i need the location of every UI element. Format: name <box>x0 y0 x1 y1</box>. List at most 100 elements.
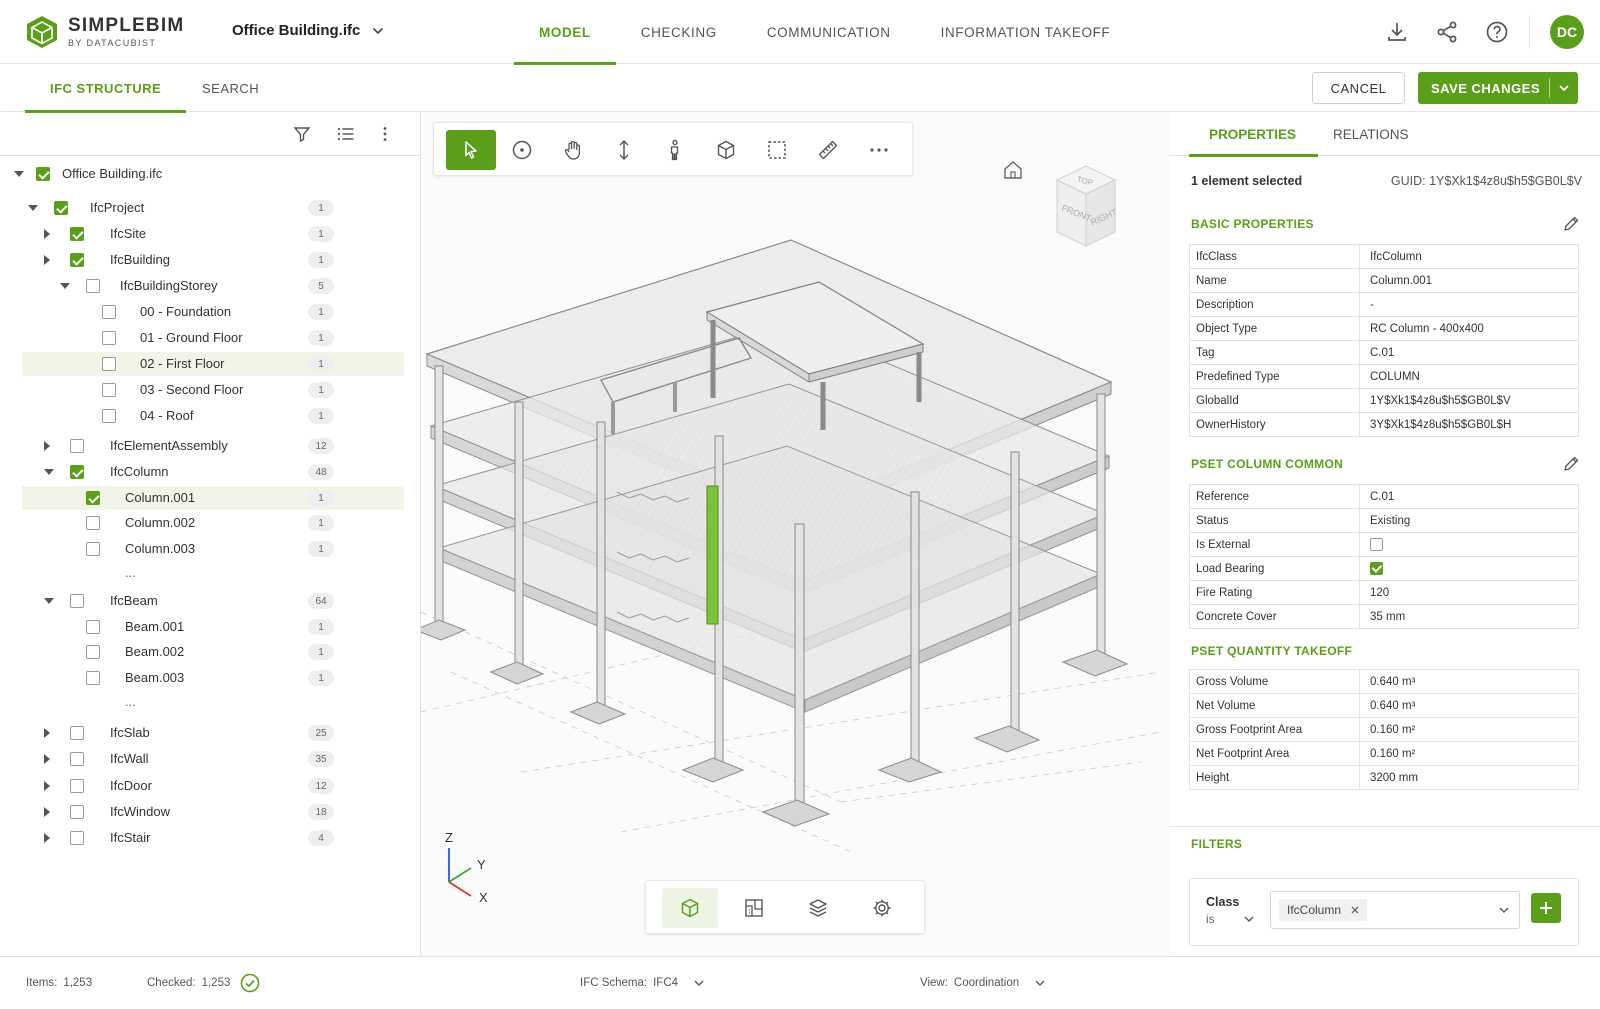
tree-row[interactable]: Beam.003 1 <box>22 666 404 690</box>
box-select-tool[interactable] <box>752 130 802 170</box>
view-mode-select[interactable]: View: Coordination <box>920 957 1045 1009</box>
list-view-icon[interactable] <box>337 125 355 143</box>
measure-tool[interactable] <box>803 130 853 170</box>
tree-row[interactable]: IfcProject 1 <box>22 196 404 220</box>
tab-relations[interactable]: RELATIONS <box>1333 112 1409 156</box>
user-avatar[interactable]: DC <box>1550 15 1584 49</box>
tree-checkbox[interactable] <box>86 516 100 530</box>
tree-checkbox[interactable] <box>36 167 50 181</box>
tree-checkbox[interactable] <box>70 227 84 241</box>
tree-row[interactable]: Beam.002 1 <box>22 640 404 664</box>
expand-arrow-icon[interactable] <box>44 833 50 843</box>
download-icon[interactable] <box>1385 20 1409 44</box>
tab-ifc-structure[interactable]: IFC STRUCTURE <box>24 64 187 113</box>
select-tool[interactable] <box>446 130 496 170</box>
property-value[interactable]: 35 mm <box>1359 604 1579 629</box>
tree-checkbox[interactable] <box>102 383 116 397</box>
expand-arrow-icon[interactable] <box>44 728 50 738</box>
property-value[interactable]: 0.640 m³ <box>1359 693 1579 718</box>
tree-checkbox[interactable] <box>86 542 100 556</box>
cancel-button[interactable]: CANCEL <box>1312 72 1405 104</box>
walk-tool[interactable] <box>650 130 700 170</box>
tree-row[interactable]: Column.003 1 <box>22 537 404 561</box>
tree-row[interactable]: 02 - First Floor 1 <box>22 352 404 376</box>
tree-checkbox[interactable] <box>70 253 84 267</box>
tree-checkbox[interactable] <box>70 752 84 766</box>
tree-row[interactable]: IfcBuildingStorey 5 <box>22 274 404 298</box>
tree-row[interactable]: 01 - Ground Floor 1 <box>22 326 404 350</box>
property-value[interactable]: 120 <box>1359 580 1579 605</box>
tree-row[interactable]: 03 - Second Floor 1 <box>22 378 404 402</box>
property-value[interactable]: 3200 mm <box>1359 765 1579 790</box>
edit-pset-icon[interactable] <box>1562 455 1580 473</box>
tab-model[interactable]: MODEL <box>514 0 616 65</box>
collapse-arrow-icon[interactable] <box>44 469 54 475</box>
tree-row[interactable]: IfcWindow 18 <box>22 800 404 824</box>
property-value[interactable] <box>1359 532 1579 557</box>
property-checkbox[interactable] <box>1370 538 1383 551</box>
property-value[interactable]: COLUMN <box>1359 364 1579 389</box>
property-checkbox[interactable] <box>1370 562 1383 575</box>
tree-row[interactable]: IfcSlab 25 <box>22 721 404 745</box>
property-value[interactable]: RC Column - 400x400 <box>1359 316 1579 341</box>
filter-value-select[interactable]: IfcColumn <box>1270 891 1520 929</box>
property-value[interactable]: 1Y$Xk1$4z8u$h5$GB0L$V <box>1359 388 1579 413</box>
selected-column-highlight[interactable] <box>706 485 719 625</box>
tree-checkbox[interactable] <box>70 779 84 793</box>
layers-button[interactable] <box>790 888 846 928</box>
tab-properties[interactable]: PROPERTIES <box>1188 112 1319 157</box>
property-value[interactable]: IfcColumn <box>1359 244 1579 269</box>
tree-row[interactable]: IfcBeam 64 <box>22 589 404 613</box>
settings-button[interactable] <box>854 888 910 928</box>
3d-viewer[interactable]: Z Y X TOP FRONT RIGHT <box>421 112 1169 956</box>
tab-search[interactable]: SEARCH <box>202 64 259 112</box>
expand-arrow-icon[interactable] <box>44 255 50 265</box>
tree-checkbox[interactable] <box>102 305 116 319</box>
building-3d-model[interactable]: Z Y X TOP FRONT RIGHT <box>421 112 1169 956</box>
tree-checkbox[interactable] <box>102 357 116 371</box>
tree-row[interactable]: IfcColumn 48 <box>22 460 404 484</box>
property-value[interactable]: 0.160 m² <box>1359 717 1579 742</box>
box-view-tool[interactable] <box>701 130 751 170</box>
more-tools[interactable] <box>854 130 904 170</box>
save-options-dropdown[interactable] <box>1550 84 1578 92</box>
tree-row[interactable]: IfcElementAssembly 12 <box>22 434 404 458</box>
tree-checkbox[interactable] <box>70 726 84 740</box>
tab-information-takeoff[interactable]: INFORMATION TAKEOFF <box>916 0 1136 64</box>
collapse-arrow-icon[interactable] <box>60 283 70 289</box>
save-changes-button[interactable]: SAVE CHANGES <box>1418 72 1578 104</box>
floorplan-button[interactable] <box>726 888 782 928</box>
tree-row[interactable]: 00 - Foundation 1 <box>22 300 404 324</box>
expand-arrow-icon[interactable] <box>44 441 50 451</box>
tab-checking[interactable]: CHECKING <box>616 0 742 64</box>
expand-arrow-icon[interactable] <box>44 229 50 239</box>
collapse-arrow-icon[interactable] <box>28 205 38 211</box>
ifc-schema-select[interactable]: IFC Schema: IFC4 <box>580 957 704 1009</box>
add-filter-button[interactable] <box>1531 893 1561 923</box>
tree-row[interactable]: IfcBuilding 1 <box>22 248 404 272</box>
expand-arrow-icon[interactable] <box>44 754 50 764</box>
expand-arrow-icon[interactable] <box>44 807 50 817</box>
tree-row[interactable]: 04 - Roof 1 <box>22 404 404 428</box>
property-value[interactable]: 0.160 m² <box>1359 741 1579 766</box>
share-icon[interactable] <box>1435 20 1459 44</box>
tree-checkbox[interactable] <box>86 620 100 634</box>
tree-more-items[interactable]: ... <box>22 563 404 587</box>
remove-chip-icon[interactable] <box>1351 906 1359 914</box>
tree-checkbox[interactable] <box>70 594 84 608</box>
brand-logo[interactable]: SIMPLEBIM BY DATACUBIST <box>24 14 184 50</box>
property-value[interactable]: Column.001 <box>1359 268 1579 293</box>
property-value[interactable] <box>1359 556 1579 581</box>
help-icon[interactable] <box>1485 20 1509 44</box>
tree-more-items[interactable]: ... <box>22 692 404 716</box>
tree-checkbox[interactable] <box>70 465 84 479</box>
orbit-tool[interactable] <box>497 130 547 170</box>
tree-row[interactable]: Office Building.ifc <box>14 162 404 186</box>
vertical-move-tool[interactable] <box>599 130 649 170</box>
tree-checkbox[interactable] <box>86 671 100 685</box>
filter-icon[interactable] <box>293 125 311 143</box>
tree-row[interactable]: IfcSite 1 <box>22 222 404 246</box>
more-vertical-icon[interactable] <box>381 125 389 143</box>
property-value[interactable]: - <box>1359 292 1579 317</box>
tree-row[interactable]: Beam.001 1 <box>22 615 404 639</box>
